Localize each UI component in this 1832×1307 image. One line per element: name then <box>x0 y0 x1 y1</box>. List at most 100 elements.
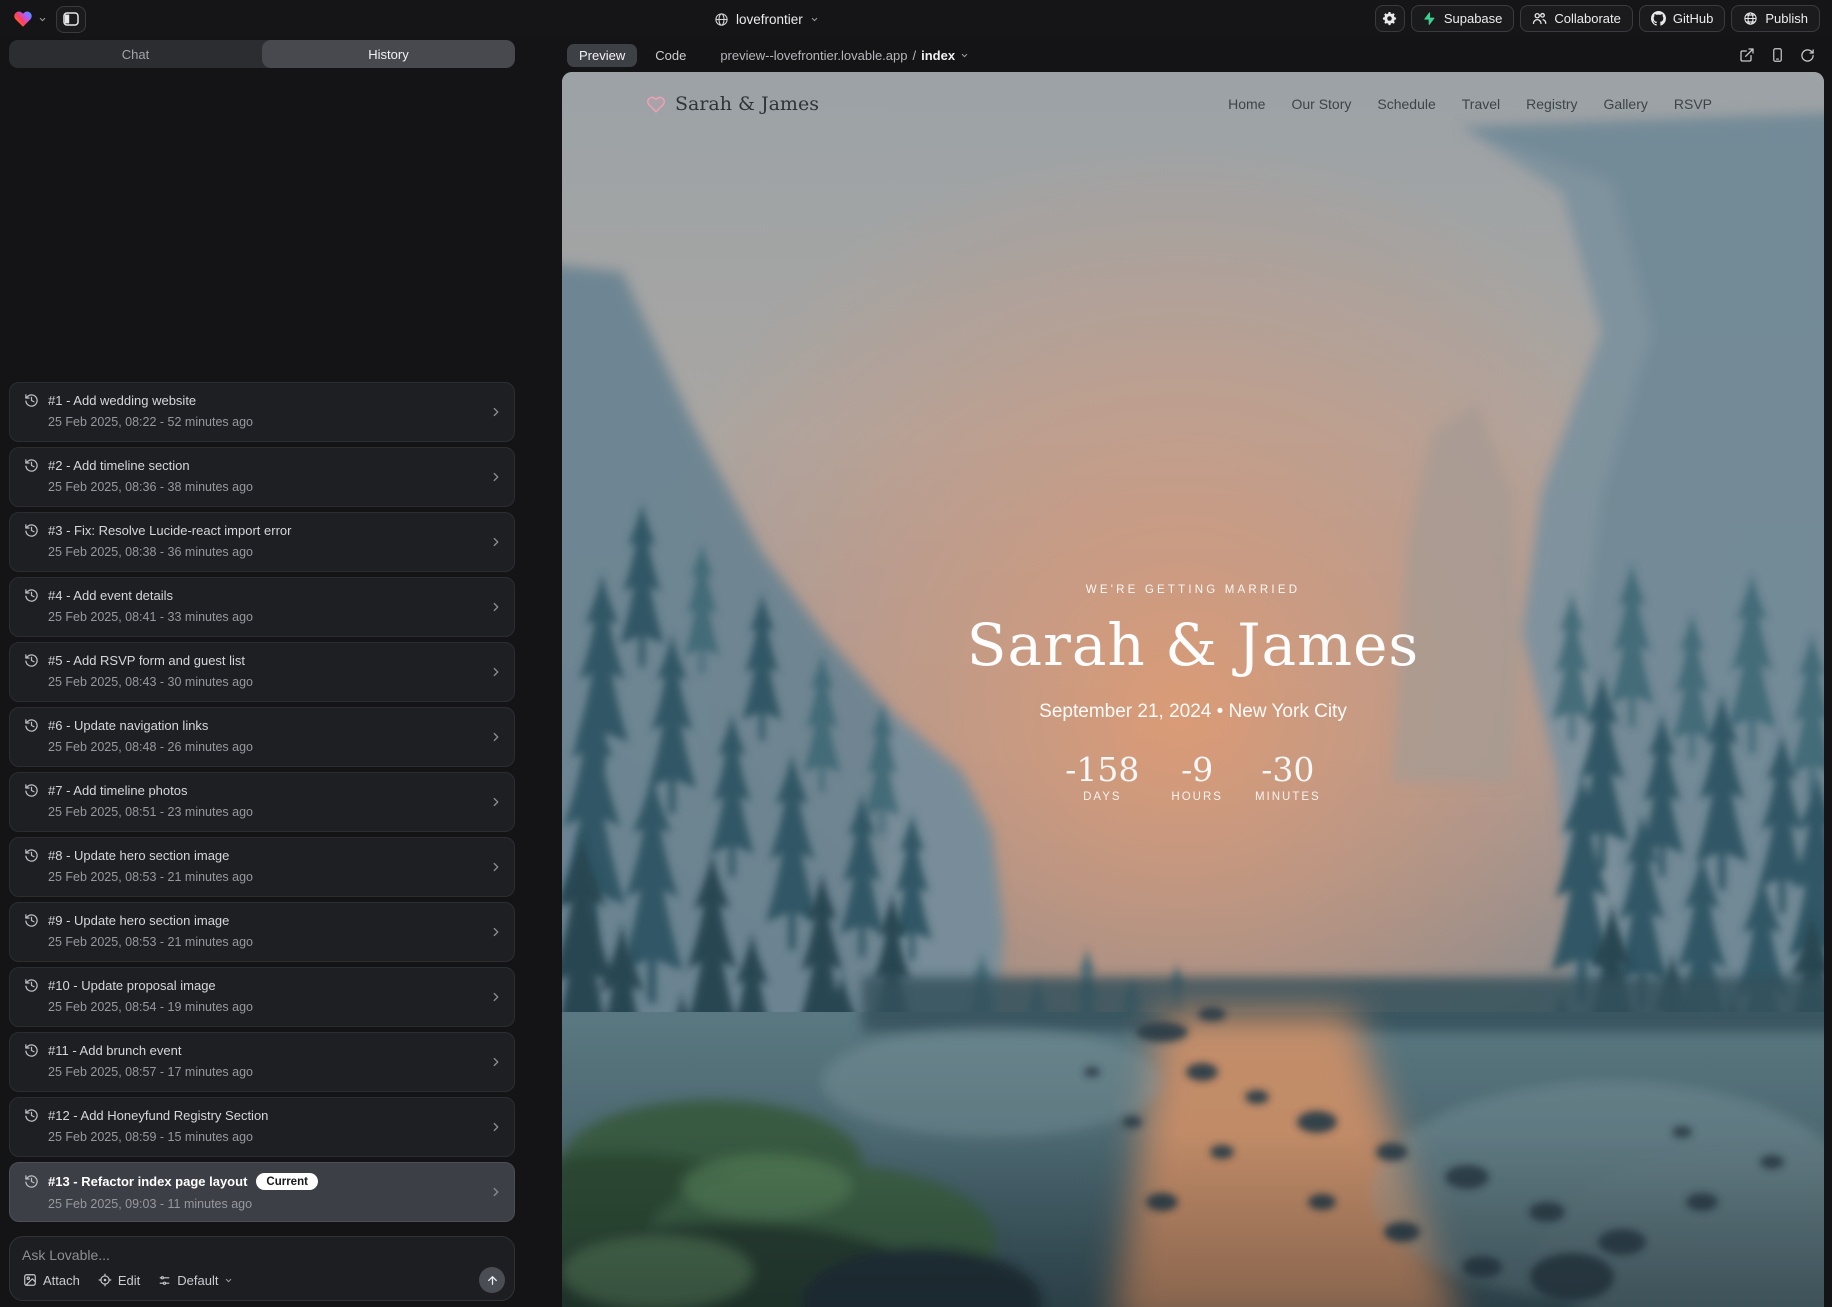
site-logo-text: Sarah & James <box>675 93 819 115</box>
history-item-title: #8 - Update hero section image <box>48 848 229 863</box>
site-logo[interactable]: Sarah & James <box>646 93 819 115</box>
external-link-icon <box>1739 47 1755 63</box>
preview-url[interactable]: preview--lovefrontier.lovable.app / inde… <box>720 48 969 63</box>
edit-button[interactable]: Edit <box>98 1273 140 1288</box>
hero-eyebrow: WE'RE GETTING MARRIED <box>562 584 1824 596</box>
chevron-right-icon <box>489 925 503 939</box>
history-item[interactable]: #4 - Add event details 25 Feb 2025, 08:4… <box>9 577 515 637</box>
tab-history[interactable]: History <box>262 40 515 68</box>
nav-link[interactable]: RSVP <box>1674 96 1712 112</box>
history-list: #1 - Add wedding website 25 Feb 2025, 08… <box>9 382 515 1222</box>
send-button[interactable] <box>479 1267 505 1293</box>
countdown: -158 DAYS -9 HOURS -30 MINUTES <box>562 753 1824 803</box>
users-icon <box>1532 11 1547 26</box>
nav-link[interactable]: Our Story <box>1291 96 1351 112</box>
chevron-down-icon <box>960 51 969 60</box>
lovable-app: lovefrontier Supabase <box>0 0 1832 1307</box>
chevron-right-icon <box>489 1120 503 1134</box>
chevron-right-icon <box>489 730 503 744</box>
chevron-right-icon <box>489 405 503 419</box>
site-header: Sarah & James Home Our Story Schedule Trave… <box>562 72 1824 136</box>
history-item-title: #1 - Add wedding website <box>48 393 196 408</box>
history-icon <box>24 393 39 408</box>
globe-icon <box>1743 11 1758 26</box>
history-item[interactable]: #5 - Add RSVP form and guest list 25 Feb… <box>9 642 515 702</box>
history-item[interactable]: #13 - Refactor index page layout Current… <box>9 1162 515 1222</box>
target-icon <box>98 1273 112 1287</box>
history-icon <box>24 1174 39 1189</box>
mode-label: Default <box>177 1273 218 1288</box>
tab-chat[interactable]: Chat <box>9 40 262 68</box>
history-icon <box>24 653 39 668</box>
history-item[interactable]: #3 - Fix: Resolve Lucide-react import er… <box>9 512 515 572</box>
history-item[interactable]: #2 - Add timeline section 25 Feb 2025, 0… <box>9 447 515 507</box>
edit-label: Edit <box>118 1273 140 1288</box>
history-item-timestamp: 25 Feb 2025, 08:53 - 21 minutes ago <box>48 870 500 884</box>
history-item-timestamp: 25 Feb 2025, 08:22 - 52 minutes ago <box>48 415 500 429</box>
image-icon <box>23 1273 37 1287</box>
refresh-button[interactable] <box>1800 48 1815 63</box>
heart-icon <box>646 95 666 114</box>
toggle-sidebar-button[interactable] <box>56 6 86 33</box>
history-icon <box>24 1043 39 1058</box>
history-item-timestamp: 25 Feb 2025, 08:41 - 33 minutes ago <box>48 610 500 624</box>
history-item[interactable]: #11 - Add brunch event 25 Feb 2025, 08:5… <box>9 1032 515 1092</box>
countdown-unit: -30 MINUTES <box>1255 753 1321 803</box>
publish-button[interactable]: Publish <box>1731 5 1820 32</box>
lovable-logo-menu[interactable] <box>12 9 47 29</box>
history-item[interactable]: #7 - Add timeline photos 25 Feb 2025, 08… <box>9 772 515 832</box>
history-item-timestamp: 25 Feb 2025, 08:36 - 38 minutes ago <box>48 480 500 494</box>
open-in-new-window-button[interactable] <box>1739 47 1755 63</box>
history-item[interactable]: #10 - Update proposal image 25 Feb 2025,… <box>9 967 515 1027</box>
history-icon <box>24 588 39 603</box>
supabase-button[interactable]: Supabase <box>1411 5 1515 32</box>
hero-title: Sarah & James <box>562 616 1824 674</box>
mode-select[interactable]: Default <box>158 1273 233 1288</box>
history-icon <box>24 978 39 993</box>
attach-button[interactable]: Attach <box>23 1273 80 1288</box>
preview-toolbar: Preview Code preview--lovefrontier.lovab… <box>556 38 1826 72</box>
nav-link[interactable]: Travel <box>1462 96 1500 112</box>
history-item[interactable]: #12 - Add Honeyfund Registry Section 25 … <box>9 1097 515 1157</box>
tab-code[interactable]: Code <box>643 44 698 67</box>
preview-url-host: preview--lovefrontier.lovable.app <box>720 48 907 63</box>
history-item-timestamp: 25 Feb 2025, 08:53 - 21 minutes ago <box>48 935 500 949</box>
refresh-icon <box>1800 48 1815 63</box>
mobile-view-button[interactable] <box>1770 47 1785 63</box>
collaborate-button[interactable]: Collaborate <box>1520 5 1633 32</box>
project-switcher[interactable]: lovefrontier <box>714 0 819 38</box>
github-icon <box>1651 11 1666 26</box>
nav-link[interactable]: Schedule <box>1377 96 1435 112</box>
chevron-right-icon <box>489 600 503 614</box>
history-item[interactable]: #8 - Update hero section image 25 Feb 20… <box>9 837 515 897</box>
history-item-title: #3 - Fix: Resolve Lucide-react import er… <box>48 523 291 538</box>
countdown-label: HOURS <box>1171 791 1223 803</box>
prompt-input[interactable] <box>22 1247 502 1263</box>
nav-link[interactable]: Registry <box>1526 96 1577 112</box>
history-item-title: #12 - Add Honeyfund Registry Section <box>48 1108 268 1123</box>
history-item-title: #2 - Add timeline section <box>48 458 190 473</box>
history-icon <box>24 523 39 538</box>
panel-left-icon <box>63 12 79 26</box>
chevron-right-icon <box>489 1185 503 1199</box>
gear-icon <box>1382 11 1397 26</box>
history-item-title: #11 - Add brunch event <box>48 1043 181 1058</box>
history-item-timestamp: 25 Feb 2025, 09:03 - 11 minutes ago <box>48 1197 500 1211</box>
site-nav: Home Our Story Schedule Travel Registry Galle… <box>1228 96 1712 112</box>
history-item-timestamp: 25 Feb 2025, 08:38 - 36 minutes ago <box>48 545 500 559</box>
github-button[interactable]: GitHub <box>1639 5 1725 32</box>
project-name: lovefrontier <box>736 12 803 27</box>
history-icon <box>24 718 39 733</box>
countdown-label: DAYS <box>1065 791 1139 803</box>
nav-link[interactable]: Home <box>1228 96 1265 112</box>
nav-link[interactable]: Gallery <box>1604 96 1648 112</box>
settings-button[interactable] <box>1375 5 1405 32</box>
composer: Attach Edit Default <box>9 1236 515 1301</box>
history-item[interactable]: #6 - Update navigation links 25 Feb 2025… <box>9 707 515 767</box>
history-item[interactable]: #1 - Add wedding website 25 Feb 2025, 08… <box>9 382 515 442</box>
globe-icon <box>714 12 729 27</box>
countdown-label: MINUTES <box>1255 791 1321 803</box>
tab-preview[interactable]: Preview <box>567 44 637 67</box>
history-item-timestamp: 25 Feb 2025, 08:48 - 26 minutes ago <box>48 740 500 754</box>
history-item[interactable]: #9 - Update hero section image 25 Feb 20… <box>9 902 515 962</box>
